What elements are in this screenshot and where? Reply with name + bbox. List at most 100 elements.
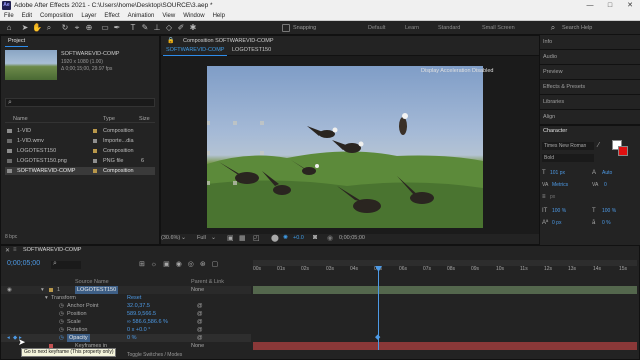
parent-dropdown[interactable]: None xyxy=(191,342,204,350)
tsume-value[interactable]: 0 % xyxy=(602,220,611,226)
project-item[interactable]: 1-VID Composition xyxy=(5,127,155,135)
font-family-dropdown[interactable]: Times New Roman xyxy=(542,142,594,150)
column-parent-link[interactable]: Parent & Link xyxy=(191,278,224,286)
workspace-small-screen[interactable]: Small Screen xyxy=(482,24,515,32)
parent-dropdown[interactable]: None xyxy=(191,286,204,294)
playhead-line[interactable] xyxy=(378,266,379,350)
workspace-default[interactable]: Default xyxy=(368,24,385,32)
tab-softwarevid-comp[interactable]: SOFTWAREVID-COMP xyxy=(163,46,228,56)
opacity-keyframe[interactable]: ◆ xyxy=(375,334,383,342)
property-value[interactable]: 589.9,566.5 xyxy=(127,310,156,318)
property-value[interactable]: 0 x +0.0 ° xyxy=(127,326,150,334)
keyframe-icon[interactable]: ◆ xyxy=(13,334,17,342)
expand-arrow-icon[interactable]: ▾ xyxy=(41,286,44,294)
property-row[interactable]: ◂ ◆ ▸ ◷ Opacity 0 % @ xyxy=(1,334,251,342)
bit-depth-label[interactable]: 8 bpc xyxy=(5,234,17,240)
close-button[interactable]: ✕ xyxy=(620,0,640,11)
menu-file[interactable]: File xyxy=(4,11,14,20)
panel-effects-presets[interactable]: Effects & Presets xyxy=(540,80,640,95)
home-icon[interactable]: ⌂ xyxy=(4,23,14,33)
selection-tool-icon[interactable]: ➤ xyxy=(20,23,30,33)
font-style-dropdown[interactable]: Bold xyxy=(542,154,594,162)
workspace-standard[interactable]: Standard xyxy=(438,24,460,32)
label-color-swatch[interactable] xyxy=(93,149,97,153)
menu-help[interactable]: Help xyxy=(213,11,225,20)
channel-icon[interactable]: ⬤ xyxy=(271,234,279,242)
project-item[interactable]: 1-VID.wmv Importe...dia xyxy=(5,137,155,145)
stopwatch-icon[interactable]: ◷ xyxy=(59,310,64,318)
time-ruler[interactable]: 00s 01s 02s 03s 04s 05s 06s 07s 08s 09s … xyxy=(253,266,637,278)
stopwatch-icon[interactable]: ◷ xyxy=(59,302,64,310)
stopwatch-icon[interactable]: ◷ xyxy=(59,326,64,334)
resolution-dropdown[interactable]: Full xyxy=(197,235,206,241)
eraser-tool-icon[interactable]: ◇ xyxy=(164,23,174,33)
menu-effect[interactable]: Effect xyxy=(104,11,119,20)
search-help-input[interactable]: Search Help xyxy=(562,24,592,32)
exposure-value[interactable]: +0.0 xyxy=(293,235,304,241)
panel-align[interactable]: Align xyxy=(540,110,640,125)
lock-icon[interactable]: 🔒 xyxy=(167,36,174,46)
camera-tool-icon[interactable]: ⌖ xyxy=(72,23,82,33)
stopwatch-active-icon[interactable]: ◷ xyxy=(59,334,64,342)
tab-project[interactable]: Project xyxy=(5,37,29,47)
chevron-down-icon[interactable]: ⌄ xyxy=(211,234,216,241)
project-item[interactable]: LOGOTEST150 Composition xyxy=(5,147,155,155)
eye-icon[interactable]: ◉ xyxy=(7,286,12,294)
show-snapshot-icon[interactable]: ◉ xyxy=(327,234,333,242)
stroke-color-swatch[interactable] xyxy=(618,146,628,156)
rotate-tool-icon[interactable]: ↻ xyxy=(60,23,70,33)
minimize-button[interactable]: — xyxy=(580,0,600,11)
label-color-swatch[interactable] xyxy=(93,139,97,143)
menu-icon[interactable]: ≡ xyxy=(13,247,17,253)
snapping-checkbox[interactable] xyxy=(282,24,290,32)
layer-name[interactable]: LOGOTEST150 xyxy=(75,286,119,294)
tab-timeline-comp[interactable]: SOFTWAREVID-COMP xyxy=(23,246,81,255)
kerning-value[interactable]: Metrics xyxy=(552,182,568,188)
eyedropper-icon[interactable]: ⁄ xyxy=(598,142,599,150)
composition-viewer[interactable] xyxy=(207,66,483,228)
clone-stamp-tool-icon[interactable]: ⊥ xyxy=(152,23,162,33)
project-search-input[interactable]: ⌕ xyxy=(5,98,155,107)
menu-window[interactable]: Window xyxy=(183,11,204,20)
label-color-swatch[interactable] xyxy=(93,129,97,133)
tracking-value[interactable]: 0 xyxy=(604,182,607,188)
stopwatch-icon[interactable]: ◷ xyxy=(59,318,64,326)
column-source-name[interactable]: Source Name xyxy=(75,278,109,286)
timeline-switches-icon[interactable]: ⊞ ☼ ▣ ◉ ◎ ⊛ ▢ xyxy=(139,260,220,268)
pickwhip-icon[interactable]: @ xyxy=(197,318,203,326)
prev-keyframe-icon[interactable]: ◂ xyxy=(7,334,10,342)
property-row[interactable]: ◷ Anchor Point 32.0,37.5 @ xyxy=(1,302,251,310)
close-icon[interactable]: ✕ xyxy=(5,247,10,254)
puppet-pin-tool-icon[interactable]: ✱ xyxy=(188,23,198,33)
pickwhip-icon[interactable]: @ xyxy=(197,310,203,318)
panel-audio[interactable]: Audio xyxy=(540,50,640,65)
stroke-width-value[interactable]: px xyxy=(550,194,555,200)
type-tool-icon[interactable]: T xyxy=(128,23,138,33)
zoom-dropdown[interactable]: (30.6%) xyxy=(161,235,180,241)
property-row[interactable]: ◷ Rotation 0 x +0.0 ° @ xyxy=(1,326,251,334)
search-icon[interactable]: ⌕ xyxy=(548,23,558,33)
column-type[interactable]: Type xyxy=(103,115,115,123)
property-value[interactable]: 0 % xyxy=(127,334,136,342)
menu-animation[interactable]: Animation xyxy=(128,11,155,20)
pickwhip-icon[interactable]: @ xyxy=(197,326,203,334)
baseline-shift-value[interactable]: 0 px xyxy=(552,220,561,226)
camera-snapshot-icon[interactable]: ◙ xyxy=(313,234,317,241)
font-size-value[interactable]: 101 px xyxy=(550,170,565,176)
layer-duration-bar[interactable] xyxy=(253,286,637,294)
label-color-swatch[interactable] xyxy=(49,288,53,292)
timeline-timecode[interactable]: 0;00;05;00 xyxy=(7,260,40,267)
panel-info[interactable]: Info xyxy=(540,35,640,50)
pickwhip-icon[interactable]: @ xyxy=(197,302,203,310)
exposure-icon[interactable]: ✺ xyxy=(283,234,288,241)
panel-libraries[interactable]: Libraries xyxy=(540,95,640,110)
panel-preview[interactable]: Preview xyxy=(540,65,640,80)
property-row[interactable]: ◷ Position 589.9,566.5 @ xyxy=(1,310,251,318)
region-of-interest-icon[interactable]: ▣ xyxy=(227,234,234,242)
rectangle-tool-icon[interactable]: ▭ xyxy=(100,23,110,33)
layer-duration-bar[interactable] xyxy=(253,342,637,350)
label-color-swatch[interactable] xyxy=(93,159,97,163)
tab-logotest150[interactable]: LOGOTEST150 xyxy=(229,46,274,55)
menu-layer[interactable]: Layer xyxy=(81,11,96,20)
transparency-grid-icon[interactable]: ▦ xyxy=(239,234,246,242)
